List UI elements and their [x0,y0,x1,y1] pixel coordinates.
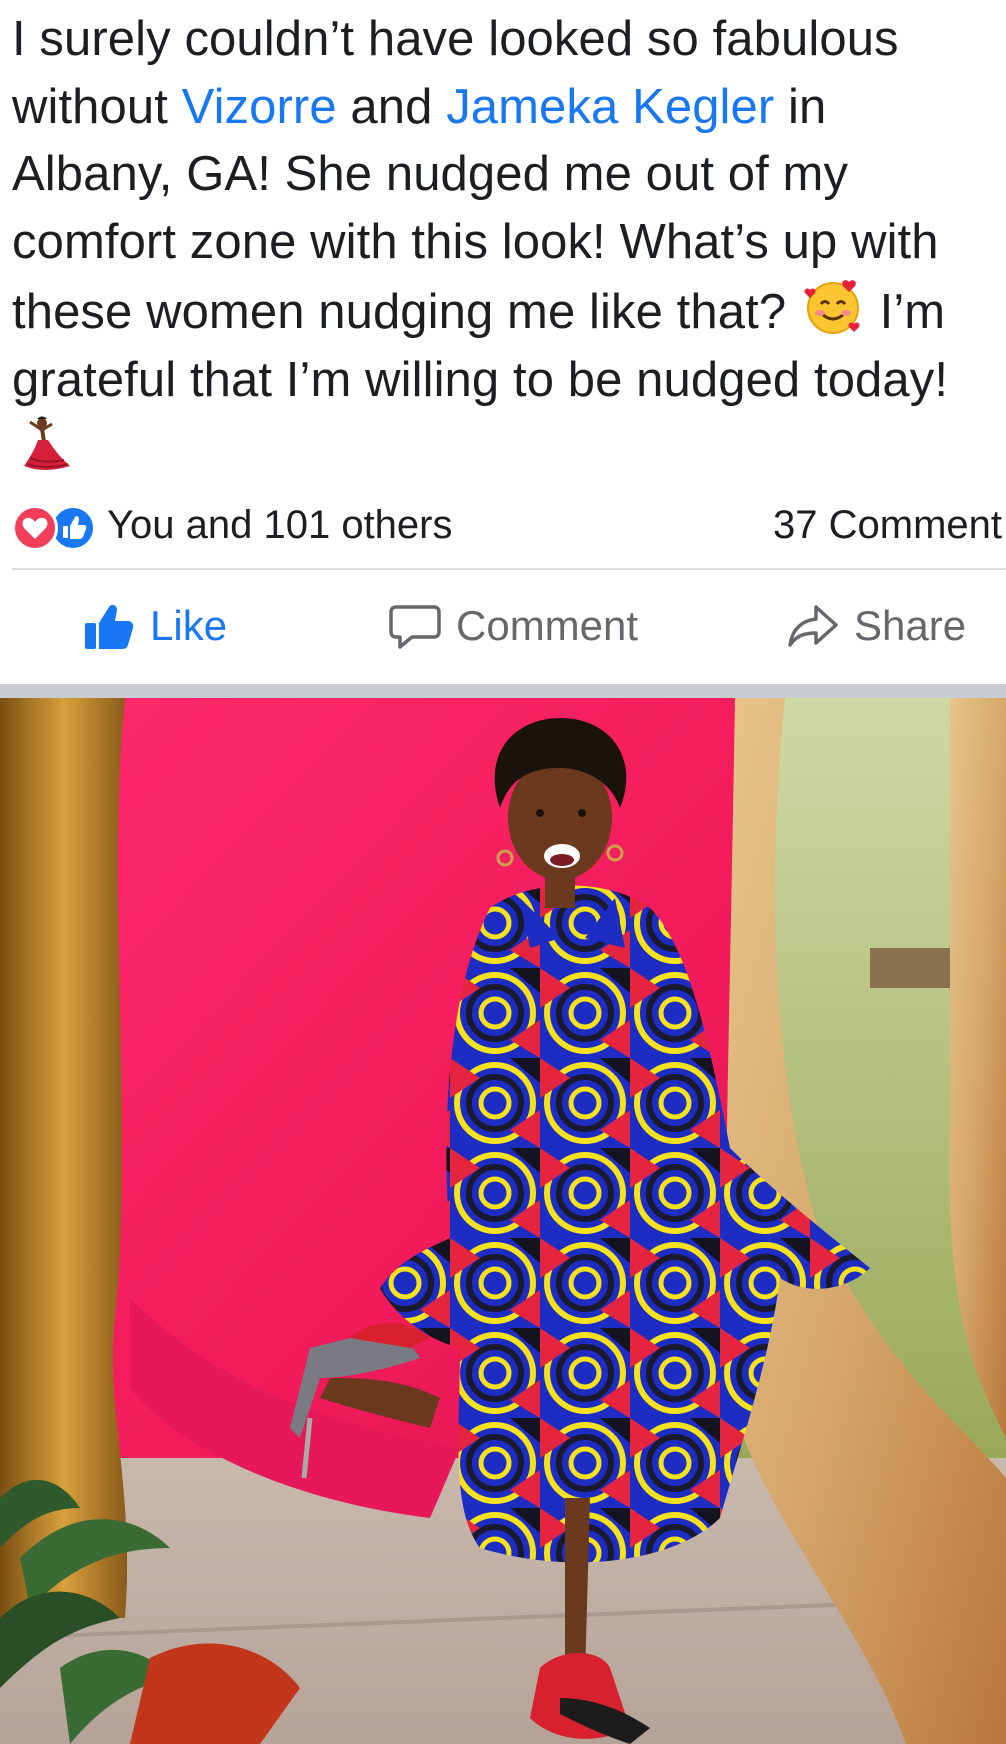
love-reaction-icon [12,505,58,551]
caption-text-2: and [336,79,447,134]
facebook-post: I surely couldn’t have looked so fabulou… [0,0,1006,1744]
mention-link-jameka-kegler[interactable]: Jameka Kegler [446,80,774,134]
like-button[interactable]: Like [82,596,227,656]
comment-count[interactable]: 37 Comment [773,503,1002,548]
reactions-bar[interactable]: You and 101 others 37 Comment [12,497,1002,553]
photo-woman-in-patterned-dress [0,698,1006,1744]
smiling-face-with-hearts-emoji-icon [800,276,866,336]
like-label: Like [150,602,228,649]
woman-dancing-emoji-icon [12,414,78,474]
share-arrow-icon [788,605,838,647]
post-caption: I surely couldn’t have looked so fabulou… [12,6,997,485]
mention-link-vizorre[interactable]: Vizorre [182,80,337,134]
comment-bubble-icon [389,605,441,649]
thumbs-up-icon [85,604,134,649]
share-label: Share [854,602,967,649]
share-button[interactable]: Share [786,596,966,656]
reaction-icons [12,505,102,551]
post-action-bar: Like Comment Share [0,584,1006,674]
divider [12,568,1006,570]
comment-label: Comment [456,602,639,649]
post-photo[interactable] [0,698,1006,1744]
reaction-summary[interactable]: You and 101 others [107,503,453,548]
comment-button[interactable]: Comment [388,596,638,656]
section-separator [0,684,1006,698]
